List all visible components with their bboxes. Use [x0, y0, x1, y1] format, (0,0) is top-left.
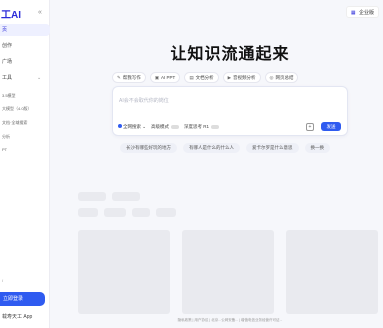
attach-icon[interactable]: + — [306, 123, 314, 131]
file-icon: ▤ — [189, 74, 194, 80]
history-item[interactable] — [2, 262, 10, 268]
video-icon: ▶ — [227, 74, 232, 80]
page-title: 让知识流通起来 — [170, 46, 290, 63]
send-button[interactable]: 发送 — [321, 122, 341, 131]
skeleton-block — [78, 192, 106, 201]
login-button[interactable]: 立即登录 — [0, 292, 45, 306]
skeleton-block — [132, 208, 150, 217]
footer-text: 隐私政策 | 用户协议 | 北京...公网安备... | 增值电信业务经营许可证… — [177, 318, 283, 322]
sidebar-item-plaza[interactable]: 广场 — [0, 56, 50, 68]
tab-label: 音视频分析 — [233, 74, 256, 80]
skeleton-block — [104, 208, 126, 217]
suggestion-chip[interactable]: 长沙有哪些好玩的地方 — [120, 143, 177, 153]
enterprise-label: 企业版 — [358, 10, 374, 16]
sidebar-subitem[interactable]: 大模型（4.0版） — [0, 104, 50, 113]
doc-icon: ✎ — [117, 74, 121, 80]
refresh-suggestions-button[interactable]: 换一换 — [304, 143, 330, 153]
sidebar-subitem[interactable]: 分析 — [0, 132, 50, 141]
deep-think-toggle[interactable]: 深度思考 R1 — [184, 124, 220, 130]
tab-label: 文档分析 — [195, 74, 214, 80]
sidebar-subitem[interactable]: 文档·全域搜索 — [0, 118, 50, 127]
toggle-switch[interactable] — [171, 124, 180, 129]
suggestion-chip[interactable]: 爱卡尔罗是什么意思 — [246, 143, 299, 153]
input-options: 全网搜索 ⌄ 高级模式 深度思考 R1 — [118, 124, 220, 130]
advanced-mode-toggle[interactable]: 高级模式 — [151, 124, 180, 130]
suggestion-chip[interactable]: 有哪人是什么的什么人 — [183, 143, 240, 153]
section-label: 工具 — [2, 75, 13, 81]
history-item[interactable]: / — [2, 278, 10, 284]
tab-web-summary[interactable]: ◎ 网页总结 — [264, 72, 299, 83]
skeleton-card — [182, 230, 274, 314]
chat-input-box[interactable]: AI会不会取代你的岗位 全网搜索 ⌄ 高级模式 深度思考 R1 + 发送 — [112, 86, 348, 136]
feature-tabs: ✎ 帮我写作 ▣ AI PPT ▤ 文档分析 ▶ 音视频分析 ◎ 网页总结 — [112, 72, 299, 83]
sidebar-section-tools[interactable]: 工具 ⌄ — [0, 73, 50, 83]
tab-label: 帮我写作 — [122, 74, 141, 80]
sidebar-item-home[interactable]: 页 — [0, 24, 50, 36]
chat-input-placeholder[interactable]: AI会不会取代你的岗位 — [119, 97, 169, 104]
enterprise-badge[interactable]: ▦ 企业版 — [345, 6, 379, 18]
sidebar-item-create[interactable]: 创作 — [0, 40, 50, 52]
sidebar-subitem[interactable]: PT — [0, 145, 50, 154]
globe-icon — [118, 124, 122, 128]
tab-label: AI PPT — [161, 74, 176, 80]
ppt-icon: ▣ — [154, 74, 160, 80]
download-app-link[interactable]: 载寿天工 App — [0, 312, 48, 322]
chevron-down-icon: ⌄ — [37, 75, 42, 81]
web-search-option[interactable]: 全网搜索 ⌄ — [118, 124, 146, 130]
skeleton-card — [78, 230, 170, 314]
sidebar: 工AI « 页 创作 广场 工具 ⌄ 3.5模型 大模型（4.0版） 文档·全域… — [0, 0, 50, 328]
building-icon: ▦ — [350, 10, 356, 16]
tab-ai-ppt[interactable]: ▣ AI PPT — [149, 72, 181, 83]
collapse-left-icon[interactable]: « — [36, 9, 44, 17]
sidebar-subitem[interactable]: 3.5模型 — [0, 91, 50, 100]
tab-label: 网页总结 — [275, 74, 294, 80]
suggestion-list: 长沙有哪些好玩的地方 有哪人是什么的什么人 爱卡尔罗是什么意思 换一换 — [120, 143, 330, 153]
web-icon: ◎ — [269, 74, 274, 80]
skeleton-block — [78, 208, 98, 217]
option-label: 全网搜索 — [123, 124, 141, 129]
tab-doc-analysis[interactable]: ▤ 文档分析 — [184, 72, 219, 83]
tab-av-analysis[interactable]: ▶ 音视频分析 — [222, 72, 261, 83]
skeleton-card — [286, 230, 378, 314]
skeleton-block — [112, 192, 140, 201]
skeleton-block — [156, 208, 176, 217]
option-label: 深度思考 R1 — [184, 124, 210, 129]
option-label: 高级模式 — [151, 124, 170, 129]
tab-writing[interactable]: ✎ 帮我写作 — [112, 72, 146, 83]
toggle-switch[interactable] — [211, 124, 220, 129]
